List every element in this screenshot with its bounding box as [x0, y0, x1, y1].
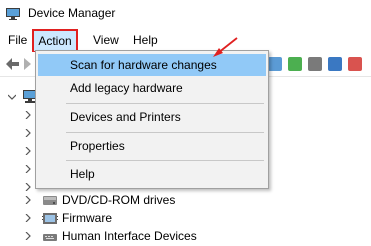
menu-separator [66, 132, 264, 133]
title-bar: Device Manager [0, 0, 371, 30]
menu-item-label: Add legacy hardware [70, 81, 183, 95]
dvd-drive-icon [43, 196, 57, 205]
menu-item-devices-and-printers[interactable]: Devices and Printers [38, 106, 266, 128]
chevron-right-icon[interactable] [24, 196, 32, 204]
chevron-down-icon[interactable] [8, 93, 16, 101]
properties-icon[interactable] [268, 57, 282, 71]
menu-item-label: Scan for hardware changes [70, 58, 217, 72]
action-menu-dropdown: Scan for hardware changes Add legacy har… [35, 50, 269, 189]
chevron-right-icon[interactable] [24, 214, 32, 222]
menu-item-help[interactable]: Help [38, 163, 266, 185]
menu-item-label: Help [70, 167, 95, 181]
firmware-icon [42, 213, 58, 224]
window-title: Device Manager [28, 6, 116, 20]
chevron-right-icon[interactable] [24, 111, 32, 119]
chevron-right-icon[interactable] [24, 183, 32, 191]
menu-view[interactable]: View [88, 30, 124, 50]
chevron-right-icon[interactable] [24, 129, 32, 137]
uninstall-device-icon[interactable] [348, 57, 362, 71]
back-arrow-icon[interactable] [4, 57, 20, 71]
tree-item-label: DVD/CD-ROM drives [62, 193, 176, 207]
update-driver-icon[interactable] [288, 57, 302, 71]
tree-item-firmware[interactable]: Firmware [0, 209, 371, 227]
forward-arrow-icon[interactable] [22, 57, 32, 71]
menu-separator [66, 103, 264, 104]
menu-item-add-legacy-hardware[interactable]: Add legacy hardware [38, 77, 266, 99]
menu-item-label: Devices and Printers [70, 110, 181, 124]
menu-item-label: Properties [70, 139, 125, 153]
tree-item-label: Firmware [62, 211, 112, 225]
menu-separator [66, 160, 264, 161]
menu-help[interactable]: Help [128, 30, 163, 50]
device-manager-window: Device Manager File Action View Help DVD… [0, 0, 371, 246]
tree-item-dvd-cdrom[interactable]: DVD/CD-ROM drives [0, 191, 371, 209]
scan-hardware-icon[interactable] [328, 57, 342, 71]
chevron-right-icon[interactable] [24, 165, 32, 173]
chevron-right-icon[interactable] [24, 232, 32, 240]
menu-file[interactable]: File [3, 30, 32, 50]
menu-item-properties[interactable]: Properties [38, 135, 266, 157]
tree-item-label: Human Interface Devices [62, 229, 197, 243]
annotation-arrow-icon [213, 37, 238, 57]
computer-icon[interactable] [308, 57, 322, 71]
tree-item-hid[interactable]: Human Interface Devices [0, 227, 371, 245]
chevron-right-icon[interactable] [24, 147, 32, 155]
hid-icon [43, 234, 57, 241]
toolbar-right-icons [266, 57, 366, 71]
device-manager-app-icon [6, 8, 20, 20]
menu-bar: File Action View Help [0, 29, 371, 53]
